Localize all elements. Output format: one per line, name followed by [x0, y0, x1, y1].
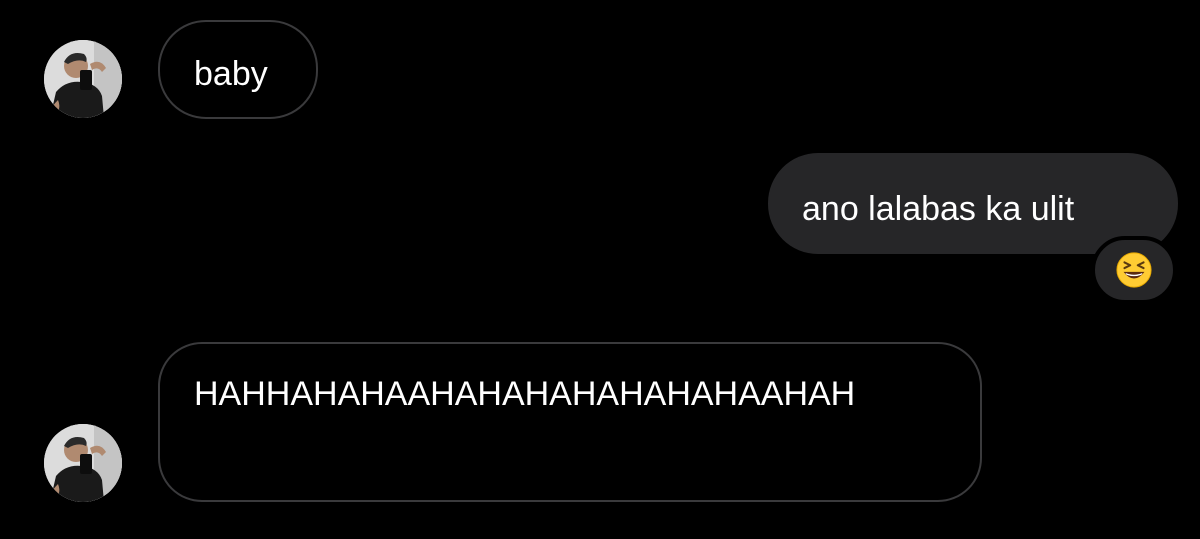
message-text: HAHHAHAHAAHAHAHAHAHAHAHAAHAH [194, 375, 856, 413]
incoming-message-bubble[interactable]: baby [158, 20, 318, 119]
message-text: ano lalabas ka ulit [802, 190, 1075, 228]
avatar[interactable] [44, 424, 122, 502]
message-text: baby [194, 55, 268, 93]
profile-photo [44, 40, 122, 118]
avatar[interactable] [44, 40, 122, 118]
grinning-squinting-face-icon [1116, 252, 1152, 288]
message-reaction[interactable] [1091, 236, 1177, 304]
incoming-message-bubble[interactable]: HAHHAHAHAAHAHAHAHAHAHAHAAHAH [158, 342, 982, 502]
profile-photo [44, 424, 122, 502]
